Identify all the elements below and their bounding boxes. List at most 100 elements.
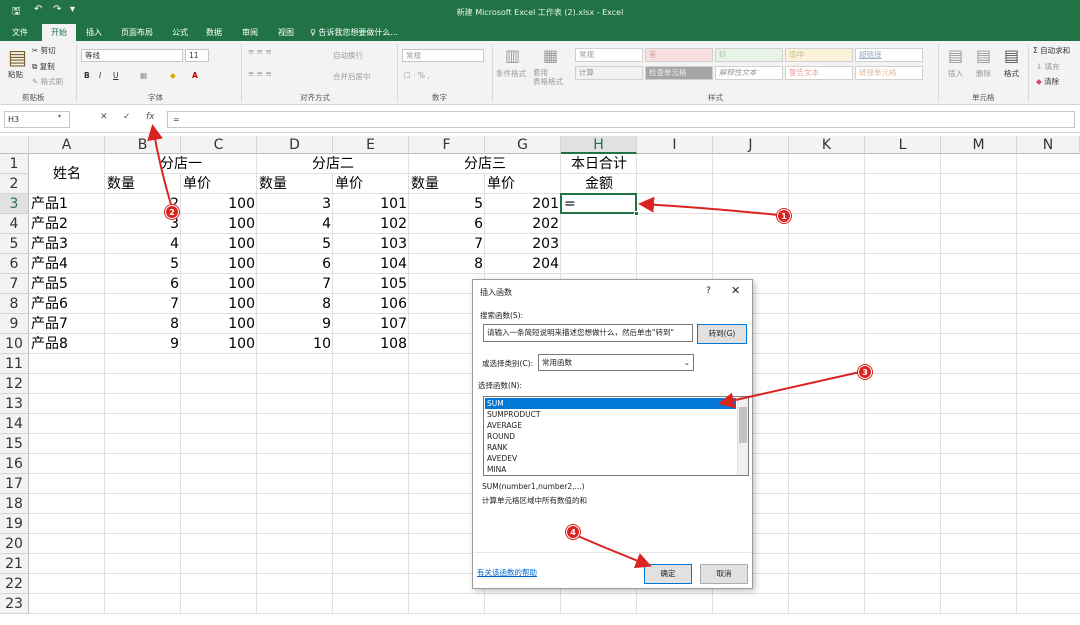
cell-d5[interactable]: 5 — [257, 234, 333, 254]
delete-cells-button[interactable]: 删除 — [976, 68, 991, 79]
cell-c5[interactable]: 100 — [181, 234, 257, 254]
row-header-12[interactable]: 12 — [0, 374, 29, 394]
list-item-round[interactable]: ROUND — [485, 431, 736, 442]
list-item-sum[interactable]: SUM — [485, 398, 736, 409]
cell-d10[interactable]: 10 — [257, 334, 333, 354]
list-item-mina[interactable]: MINA — [485, 464, 736, 475]
row-header-7[interactable]: 7 — [0, 274, 29, 294]
conditional-format-button[interactable]: 条件格式 — [496, 68, 526, 79]
column-header-i[interactable]: I — [637, 136, 713, 154]
column-header-l[interactable]: L — [865, 136, 941, 154]
tab-view[interactable]: 视图 — [270, 24, 302, 41]
style-normal[interactable]: 常规 — [575, 48, 643, 62]
fill-button[interactable]: ⇓ 填充 — [1036, 61, 1060, 72]
cell-g2-price[interactable]: 单价 — [487, 174, 561, 194]
format-cells-button[interactable]: 格式 — [1004, 68, 1019, 79]
cell-b8[interactable]: 7 — [105, 294, 181, 314]
fill-handle[interactable] — [634, 211, 639, 216]
tab-insert[interactable]: 插入 — [78, 24, 110, 41]
number-format-select[interactable]: 常规 — [402, 49, 484, 62]
tell-me-search[interactable]: ♀ 告诉我您想要做什么... — [310, 24, 398, 41]
cell-e8[interactable]: 106 — [333, 294, 409, 314]
column-header-n[interactable]: N — [1017, 136, 1080, 154]
row-header-21[interactable]: 21 — [0, 554, 29, 574]
cell-d6[interactable]: 6 — [257, 254, 333, 274]
row-header-14[interactable]: 14 — [0, 414, 29, 434]
scrollbar-thumb[interactable] — [739, 407, 747, 443]
cell-b10[interactable]: 9 — [105, 334, 181, 354]
cell-b9[interactable]: 8 — [105, 314, 181, 334]
column-header-j[interactable]: J — [713, 136, 789, 154]
align-left-icon[interactable]: ≡ ≡ ≡ — [248, 69, 272, 78]
cell-c2-price[interactable]: 单价 — [183, 174, 257, 194]
row-header-18[interactable]: 18 — [0, 494, 29, 514]
select-all-corner[interactable] — [0, 136, 29, 154]
column-header-h[interactable]: H — [561, 136, 637, 154]
font-size-select[interactable]: 11 — [185, 49, 209, 62]
row-header-20[interactable]: 20 — [0, 534, 29, 554]
cell-c7[interactable]: 100 — [181, 274, 257, 294]
column-header-k[interactable]: K — [789, 136, 865, 154]
cell-e7[interactable]: 105 — [333, 274, 409, 294]
cell-a4-product[interactable]: 产品2 — [31, 214, 105, 234]
cell-c6[interactable]: 100 — [181, 254, 257, 274]
cell-c3[interactable]: 100 — [181, 194, 257, 214]
cell-g6[interactable]: 204 — [485, 254, 561, 274]
format-as-table-icon[interactable]: ▦ — [543, 46, 558, 65]
delete-cells-icon[interactable]: ▤ — [976, 46, 991, 65]
cell-a3-product[interactable]: 产品1 — [31, 194, 105, 214]
category-select[interactable]: 常用函数 ⌄ — [538, 354, 694, 371]
row-header-22[interactable]: 22 — [0, 574, 29, 594]
cell-f2-qty[interactable]: 数量 — [411, 174, 485, 194]
border-icon[interactable]: ▦ — [140, 71, 147, 80]
clear-button[interactable]: ◆ 清除 — [1036, 76, 1059, 87]
row-header-11[interactable]: 11 — [0, 354, 29, 374]
name-box-dropdown-icon[interactable]: ▾ — [58, 113, 61, 120]
tab-page-layout[interactable]: 页面布局 — [114, 24, 160, 41]
cell-a1-name-header[interactable]: 姓名 — [29, 164, 105, 184]
list-item-average[interactable]: AVERAGE — [485, 420, 736, 431]
cell-b7[interactable]: 6 — [105, 274, 181, 294]
column-header-d[interactable]: D — [257, 136, 333, 154]
cell-b2-qty[interactable]: 数量 — [107, 174, 181, 194]
style-check-cell[interactable]: 检查单元格 — [645, 66, 713, 80]
row-header-23[interactable]: 23 — [0, 594, 29, 614]
style-good[interactable]: 好 — [715, 48, 783, 62]
ok-button[interactable]: 确定 — [644, 564, 692, 584]
wrap-text-button[interactable]: 自动换行 — [333, 50, 363, 61]
paste-icon[interactable]: ▤ — [8, 45, 27, 69]
cell-f3[interactable]: 5 — [409, 194, 485, 214]
cell-e5[interactable]: 103 — [333, 234, 409, 254]
cell-d7[interactable]: 7 — [257, 274, 333, 294]
cell-a6-product[interactable]: 产品4 — [31, 254, 105, 274]
format-cells-icon[interactable]: ▤ — [1004, 46, 1019, 65]
cell-c4[interactable]: 100 — [181, 214, 257, 234]
cell-e2-price[interactable]: 单价 — [335, 174, 409, 194]
row-header-9[interactable]: 9 — [0, 314, 29, 334]
cell-e9[interactable]: 107 — [333, 314, 409, 334]
cancel-entry-icon[interactable]: ✕ — [100, 112, 108, 122]
row-header-10[interactable]: 10 — [0, 334, 29, 354]
tab-data[interactable]: 数据 — [198, 24, 230, 41]
cell-b5[interactable]: 4 — [105, 234, 181, 254]
cell-g5[interactable]: 203 — [485, 234, 561, 254]
tab-review[interactable]: 审阅 — [234, 24, 266, 41]
row-header-3[interactable]: 3 — [0, 194, 29, 214]
bold-button[interactable]: B — [84, 71, 90, 80]
align-top-icon[interactable]: ≡ ≡ ≡ — [248, 47, 272, 56]
column-header-e[interactable]: E — [333, 136, 409, 154]
row-header-19[interactable]: 19 — [0, 514, 29, 534]
insert-cells-button[interactable]: 插入 — [948, 68, 963, 79]
list-item-rank[interactable]: RANK — [485, 442, 736, 453]
cell-c8[interactable]: 100 — [181, 294, 257, 314]
paste-button[interactable]: 粘贴 — [8, 69, 23, 80]
column-header-g[interactable]: G — [485, 136, 561, 154]
row-header-5[interactable]: 5 — [0, 234, 29, 254]
cell-h2-amount[interactable]: 金额 — [561, 174, 637, 194]
cell-b1-store1-header[interactable]: 分店一 — [105, 154, 257, 174]
cell-h1-total-header[interactable]: 本日合计 — [561, 154, 637, 174]
merge-center-button[interactable]: 合并后居中 — [333, 71, 371, 82]
cell-e4[interactable]: 102 — [333, 214, 409, 234]
cell-a5-product[interactable]: 产品3 — [31, 234, 105, 254]
conditional-format-icon[interactable]: ▥ — [505, 46, 520, 65]
